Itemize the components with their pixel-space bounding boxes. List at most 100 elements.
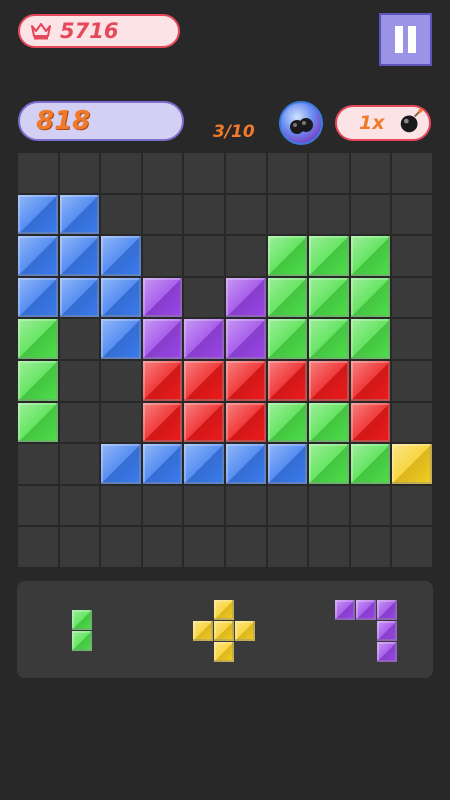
- block-green[interactable]: [349, 235, 392, 277]
- board-cell-empty[interactable]: [308, 484, 350, 527]
- block-blue[interactable]: [224, 443, 267, 485]
- board-cell-empty[interactable]: [308, 526, 350, 568]
- block-red[interactable]: [224, 359, 267, 402]
- board-cell-empty[interactable]: [349, 484, 392, 527]
- board-cell-empty[interactable]: [141, 193, 184, 236]
- block-green[interactable]: [266, 318, 309, 360]
- block-yellow[interactable]: [391, 443, 433, 485]
- block-blue[interactable]: [58, 235, 101, 277]
- board-cell-empty[interactable]: [224, 152, 267, 194]
- board-cell-empty[interactable]: [183, 276, 225, 319]
- board-cell-empty[interactable]: [308, 193, 350, 236]
- board-cell-empty[interactable]: [17, 152, 59, 194]
- board-cell-empty[interactable]: [100, 484, 142, 527]
- block-green[interactable]: [349, 443, 392, 485]
- block-red[interactable]: [183, 359, 225, 402]
- board-cell-empty[interactable]: [58, 359, 101, 402]
- board-cell-empty[interactable]: [224, 193, 267, 236]
- board-cell-empty[interactable]: [266, 484, 309, 527]
- board-cell-empty[interactable]: [391, 235, 433, 277]
- bomb-counter[interactable]: 1x: [335, 105, 431, 141]
- board-cell-empty[interactable]: [391, 484, 433, 527]
- block-green[interactable]: [308, 276, 350, 319]
- bomb-powerup-button[interactable]: [279, 101, 323, 145]
- board-cell-empty[interactable]: [266, 193, 309, 236]
- board-cell-empty[interactable]: [17, 443, 59, 485]
- block-green[interactable]: [308, 318, 350, 360]
- block-green[interactable]: [308, 443, 350, 485]
- board-cell-empty[interactable]: [391, 401, 433, 444]
- block-green[interactable]: [17, 359, 59, 402]
- block-red[interactable]: [183, 401, 225, 444]
- board-cell-empty[interactable]: [141, 526, 184, 568]
- block-blue[interactable]: [100, 318, 142, 360]
- board-cell-empty[interactable]: [183, 526, 225, 568]
- board-cell-empty[interactable]: [141, 484, 184, 527]
- block-red[interactable]: [349, 359, 392, 402]
- board-cell-empty[interactable]: [224, 484, 267, 527]
- block-red[interactable]: [266, 359, 309, 402]
- board-cell-empty[interactable]: [391, 359, 433, 402]
- block-blue[interactable]: [183, 443, 225, 485]
- board-cell-empty[interactable]: [391, 318, 433, 360]
- board-cell-empty[interactable]: [224, 526, 267, 568]
- block-green[interactable]: [266, 235, 309, 277]
- block-blue[interactable]: [17, 193, 59, 236]
- board-cell-empty[interactable]: [17, 484, 59, 527]
- board-cell-empty[interactable]: [58, 318, 101, 360]
- board-cell-empty[interactable]: [391, 276, 433, 319]
- block-blue[interactable]: [100, 235, 142, 277]
- block-blue[interactable]: [58, 276, 101, 319]
- board-cell-empty[interactable]: [58, 401, 101, 444]
- board-cell-empty[interactable]: [100, 359, 142, 402]
- pause-button[interactable]: [379, 13, 432, 66]
- board-cell-empty[interactable]: [391, 526, 433, 568]
- block-blue[interactable]: [266, 443, 309, 485]
- block-red[interactable]: [141, 401, 184, 444]
- board-cell-empty[interactable]: [266, 526, 309, 568]
- board-cell-empty[interactable]: [58, 526, 101, 568]
- board-cell-empty[interactable]: [100, 152, 142, 194]
- block-red[interactable]: [349, 401, 392, 444]
- board-cell-empty[interactable]: [17, 526, 59, 568]
- block-green[interactable]: [266, 276, 309, 319]
- block-purple[interactable]: [183, 318, 225, 360]
- board-cell-empty[interactable]: [391, 152, 433, 194]
- block-green[interactable]: [266, 401, 309, 444]
- board-cell-empty[interactable]: [100, 526, 142, 568]
- board-cell-empty[interactable]: [349, 152, 392, 194]
- block-red[interactable]: [308, 359, 350, 402]
- block-purple[interactable]: [141, 318, 184, 360]
- block-green[interactable]: [308, 235, 350, 277]
- board-cell-empty[interactable]: [266, 152, 309, 194]
- board-cell-empty[interactable]: [100, 401, 142, 444]
- board-cell-empty[interactable]: [349, 526, 392, 568]
- block-blue[interactable]: [100, 443, 142, 485]
- block-green[interactable]: [308, 401, 350, 444]
- block-blue[interactable]: [17, 235, 59, 277]
- block-purple[interactable]: [224, 276, 267, 319]
- board-cell-empty[interactable]: [183, 152, 225, 194]
- board-cell-empty[interactable]: [308, 152, 350, 194]
- board-cell-empty[interactable]: [183, 193, 225, 236]
- board-cell-empty[interactable]: [224, 235, 267, 277]
- block-green[interactable]: [349, 276, 392, 319]
- board-cell-empty[interactable]: [58, 152, 101, 194]
- board-cell-empty[interactable]: [141, 235, 184, 277]
- block-blue[interactable]: [17, 276, 59, 319]
- board-cell-empty[interactable]: [141, 152, 184, 194]
- board-cell-empty[interactable]: [391, 193, 433, 236]
- game-board[interactable]: [17, 152, 433, 568]
- block-blue[interactable]: [58, 193, 101, 236]
- block-red[interactable]: [141, 359, 184, 402]
- block-green[interactable]: [349, 318, 392, 360]
- block-purple[interactable]: [224, 318, 267, 360]
- block-purple[interactable]: [141, 276, 184, 319]
- block-blue[interactable]: [141, 443, 184, 485]
- board-cell-empty[interactable]: [58, 443, 101, 485]
- block-blue[interactable]: [100, 276, 142, 319]
- board-cell-empty[interactable]: [58, 484, 101, 527]
- board-cell-empty[interactable]: [100, 193, 142, 236]
- block-green[interactable]: [17, 318, 59, 360]
- board-cell-empty[interactable]: [349, 193, 392, 236]
